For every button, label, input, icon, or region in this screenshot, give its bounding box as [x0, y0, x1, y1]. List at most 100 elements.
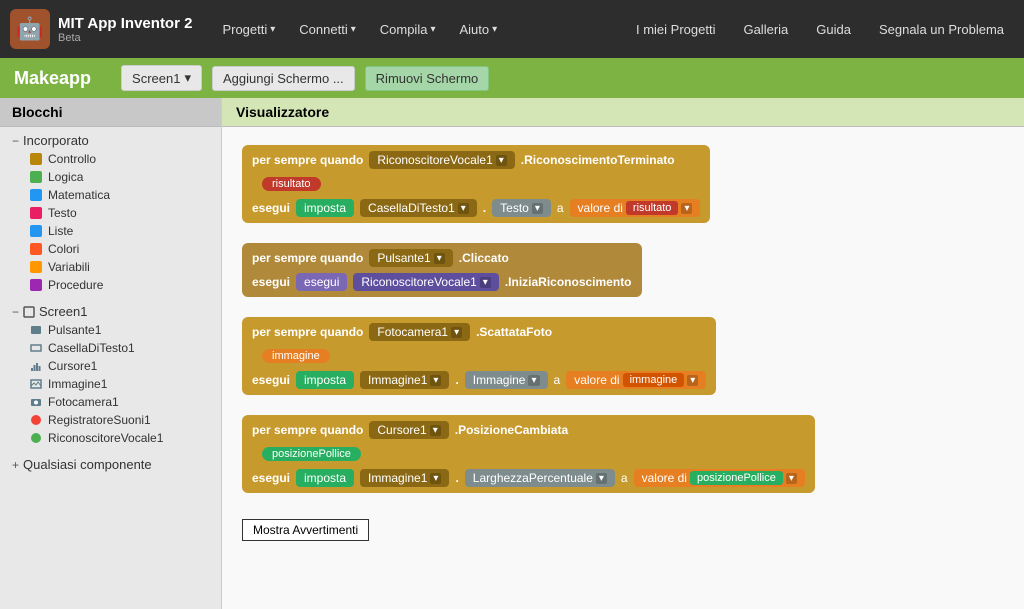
logica-dot	[30, 171, 42, 183]
nav-aiuto[interactable]: Aiuto ▾	[449, 16, 507, 43]
sidebar-item-controllo[interactable]: Controllo	[26, 150, 213, 168]
sidebar-item-matematica[interactable]: Matematica	[26, 186, 213, 204]
block-group-3: per sempre quando Fotocamera1 ▾ .Scattat…	[242, 317, 1004, 395]
component-riconoscitorevocale2[interactable]: RiconoscitoreVocale1 ▾	[353, 273, 498, 291]
logo-icon: 🤖	[10, 9, 50, 49]
nav-gallery[interactable]: Galleria	[733, 16, 798, 43]
block-value-3[interactable]: valore di immagine ▾	[566, 371, 706, 389]
block-property-1[interactable]: Testo ▾	[492, 199, 551, 217]
nav-guide[interactable]: Guida	[806, 16, 861, 43]
block-event-1[interactable]: per sempre quando RiconoscitoreVocale1 ▾…	[242, 145, 710, 223]
cursore-icon	[30, 360, 42, 372]
screen-selector-button[interactable]: Screen1 ▾	[121, 65, 202, 91]
sidebar-item-pulsante1[interactable]: Pulsante1	[26, 321, 213, 339]
sidebar-item-logica[interactable]: Logica	[26, 168, 213, 186]
block-group-2: per sempre quando Pulsante1 ▾ .Cliccato …	[242, 243, 1004, 297]
value-dropdown[interactable]: ▾	[687, 375, 698, 386]
sidebar-item-cursore1[interactable]: Cursore1	[26, 357, 213, 375]
block-params-1: risultato	[252, 175, 700, 193]
nav-compila[interactable]: Compila ▾	[370, 16, 446, 43]
block-event-3[interactable]: per sempre quando Fotocamera1 ▾ .Scattat…	[242, 317, 716, 395]
block-group-1: per sempre quando RiconoscitoreVocale1 ▾…	[242, 145, 1004, 223]
block-property-3[interactable]: Immagine ▾	[465, 371, 548, 389]
block-set-4[interactable]: imposta	[296, 469, 354, 487]
controllo-dot	[30, 153, 42, 165]
value-dropdown[interactable]: ▾	[681, 203, 692, 214]
chevron-down-icon: ▾	[430, 24, 435, 35]
component-dropdown[interactable]: ▾	[458, 203, 469, 214]
sidebar-item-colori[interactable]: Colori	[26, 240, 213, 258]
component-fotocamera1[interactable]: Fotocamera1 ▾	[369, 323, 470, 341]
sidebar-parent-qualsiasi[interactable]: + Qualsiasi componente	[8, 455, 213, 474]
nav-menu: Progetti ▾ Connetti ▾ Compila ▾ Aiuto ▾	[212, 16, 626, 43]
sidebar-item-riconoscitorevocale1[interactable]: RiconoscitoreVocale1	[26, 429, 213, 447]
app-logo: 🤖 MIT App Inventor 2 Beta	[10, 9, 192, 49]
collapse-icon: −	[12, 134, 19, 148]
sidebar-item-registratoresuoni1[interactable]: RegistratoreSuoni1	[26, 411, 213, 429]
sidebar-item-immagine1[interactable]: Immagine1	[26, 375, 213, 393]
block-do-row-3: esegui imposta Immagine1 ▾ . Immagine ▾	[252, 371, 706, 389]
sidebar-item-variabili[interactable]: Variabili	[26, 258, 213, 276]
variabili-dot	[30, 261, 42, 273]
registratore-icon	[30, 414, 42, 426]
nav-right: I miei Progetti Galleria Guida Segnala u…	[626, 16, 1014, 43]
sidebar-section-incorporato: − Incorporato Controllo Logica Matematic…	[0, 127, 221, 298]
sidebar-item-caselladitesto1[interactable]: CasellaDiTesto1	[26, 339, 213, 357]
property-dropdown[interactable]: ▾	[528, 375, 539, 386]
app-title: MIT App Inventor 2	[58, 15, 192, 32]
remove-screen-button[interactable]: Rimuovi Schermo	[365, 66, 490, 91]
nav-connetti[interactable]: Connetti ▾	[289, 16, 365, 43]
value-dropdown[interactable]: ▾	[786, 473, 797, 484]
block-value-1[interactable]: valore di risultato ▾	[570, 199, 701, 217]
top-nav: 🤖 MIT App Inventor 2 Beta Progetti ▾ Con…	[0, 0, 1024, 58]
sidebar-children-screen1: Pulsante1 CasellaDiTesto1 Cursore1	[8, 321, 213, 447]
nav-progetti[interactable]: Progetti ▾	[212, 16, 285, 43]
sidebar-parent-incorporato[interactable]: − Incorporato	[8, 131, 213, 150]
nav-my-projects[interactable]: I miei Progetti	[626, 16, 725, 43]
component-dropdown[interactable]: ▾	[496, 155, 507, 166]
sidebar: Blocchi − Incorporato Controllo Logica M…	[0, 98, 222, 609]
testo-dot	[30, 207, 42, 219]
component-dropdown[interactable]: ▾	[430, 425, 441, 436]
block-event-2[interactable]: per sempre quando Pulsante1 ▾ .Cliccato …	[242, 243, 642, 297]
component-immagine1-4[interactable]: Immagine1 ▾	[360, 469, 449, 487]
component-pulsante1[interactable]: Pulsante1 ▾	[369, 249, 452, 267]
block-params-4: posizionePollice	[252, 445, 805, 463]
component-dropdown[interactable]: ▾	[430, 375, 441, 386]
fotocamera-icon	[30, 396, 42, 408]
chevron-down-icon: ▾	[351, 24, 356, 35]
chevron-down-icon: ▾	[270, 24, 275, 35]
block-set-3[interactable]: imposta	[296, 371, 354, 389]
colori-dot	[30, 243, 42, 255]
property-dropdown[interactable]: ▾	[596, 473, 607, 484]
sidebar-item-testo[interactable]: Testo	[26, 204, 213, 222]
block-params-3: immagine	[252, 347, 706, 365]
block-do-row-4: esegui imposta Immagine1 ▾ . LarghezzaPe…	[252, 469, 805, 487]
collapse-icon: −	[12, 305, 19, 319]
block-property-4[interactable]: LarghezzaPercentuale ▾	[465, 469, 615, 487]
main-area: Blocchi − Incorporato Controllo Logica M…	[0, 98, 1024, 609]
component-dropdown[interactable]: ▾	[434, 253, 445, 264]
nav-report[interactable]: Segnala un Problema	[869, 16, 1014, 43]
component-dropdown[interactable]: ▾	[451, 327, 462, 338]
sidebar-item-fotocamera1[interactable]: Fotocamera1	[26, 393, 213, 411]
block-event-4[interactable]: per sempre quando Cursore1 ▾ .PosizioneC…	[242, 415, 815, 493]
sidebar-header: Blocchi	[0, 98, 221, 127]
property-dropdown[interactable]: ▾	[532, 203, 543, 214]
sidebar-item-liste[interactable]: Liste	[26, 222, 213, 240]
mostra-avvertimenti-button[interactable]: Mostra Avvertimenti	[242, 519, 369, 541]
component-riconoscitorevocale1[interactable]: RiconoscitoreVocale1 ▾	[369, 151, 514, 169]
add-screen-button[interactable]: Aggiungi Schermo ...	[212, 66, 355, 91]
component-cursore1[interactable]: Cursore1 ▾	[369, 421, 448, 439]
component-immagine1[interactable]: Immagine1 ▾	[360, 371, 449, 389]
sidebar-item-procedure[interactable]: Procedure	[26, 276, 213, 294]
visualizer-header: Visualizzatore	[222, 98, 1024, 127]
block-value-4[interactable]: valore di posizionePollice ▾	[634, 469, 805, 487]
block-set-1[interactable]: imposta	[296, 199, 354, 217]
component-dropdown[interactable]: ▾	[430, 473, 441, 484]
app-subtitle: Beta	[58, 32, 192, 44]
component-dropdown[interactable]: ▾	[480, 277, 491, 288]
sidebar-parent-screen1[interactable]: − Screen1	[8, 302, 213, 321]
component-caselladitesto1[interactable]: CasellaDiTesto1 ▾	[360, 199, 477, 217]
block-exec-2[interactable]: esegui	[296, 273, 347, 291]
